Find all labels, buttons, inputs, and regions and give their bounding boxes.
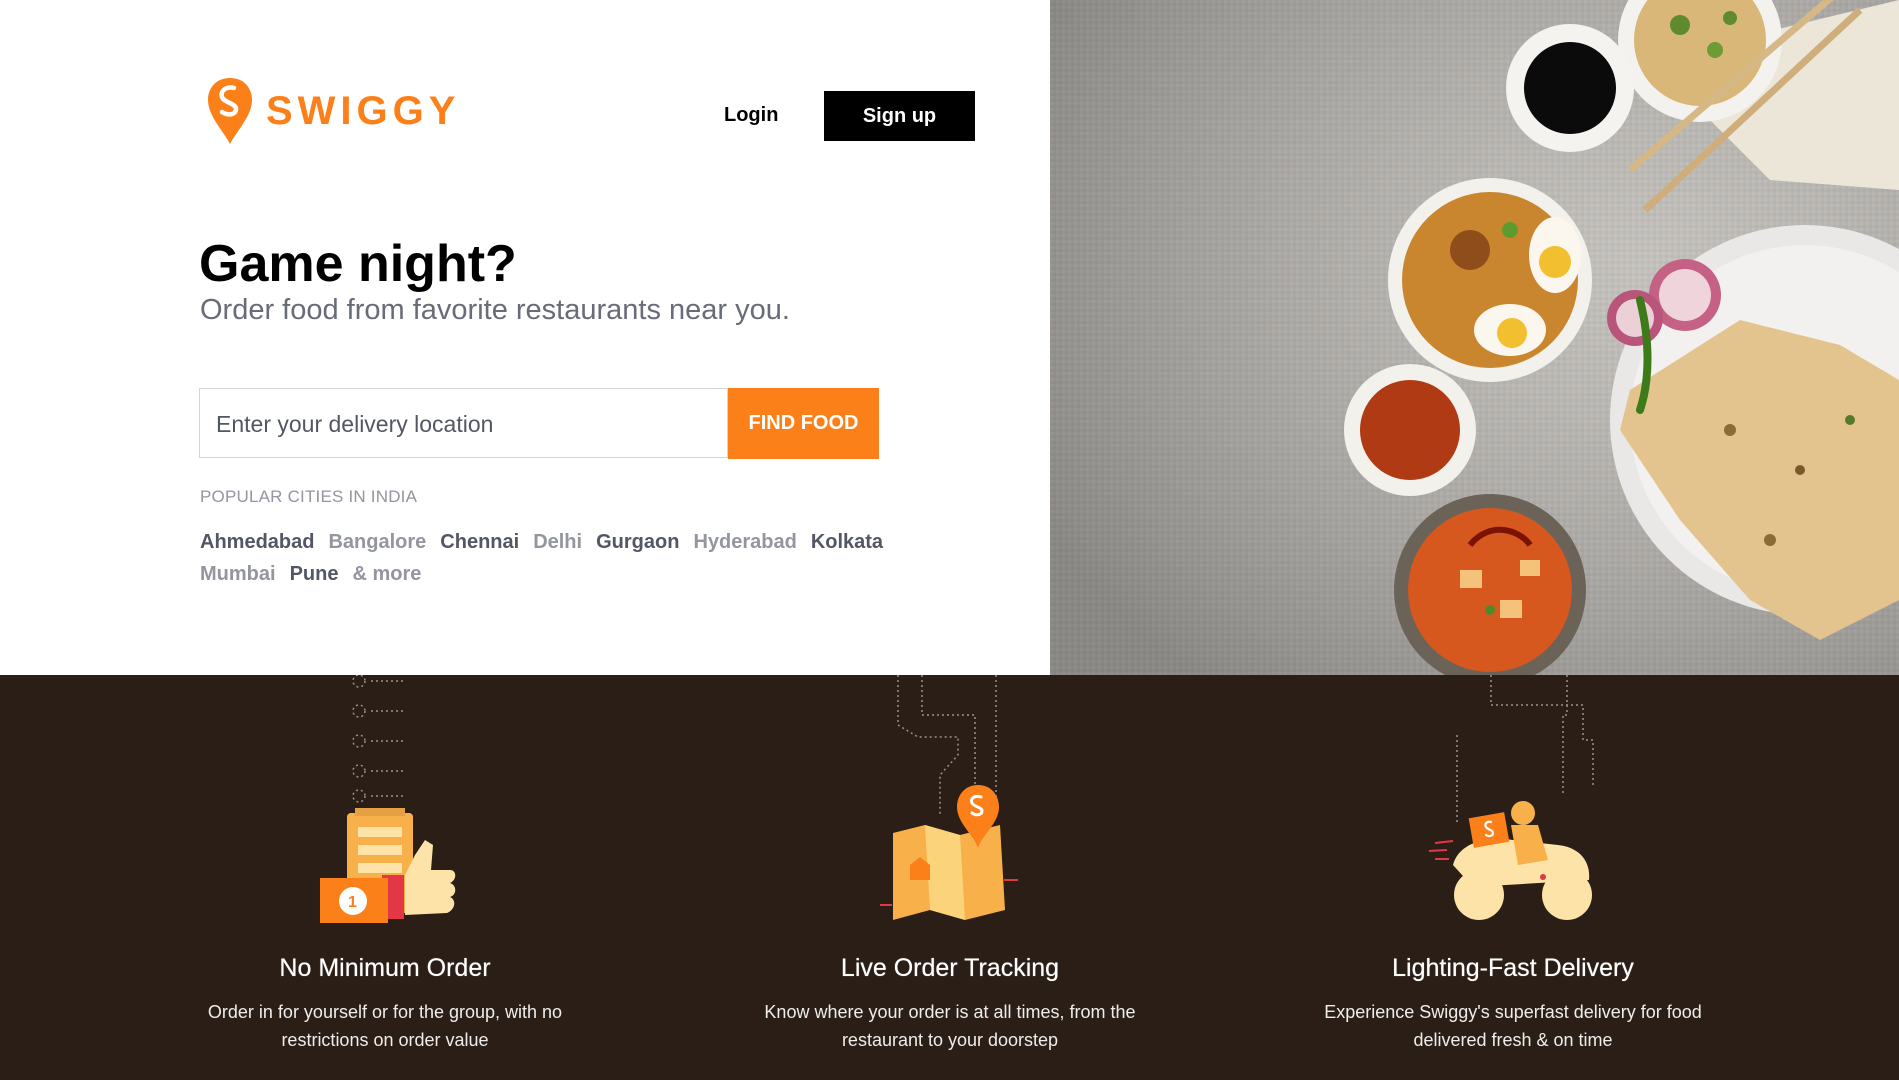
brand-name: SWIGGY xyxy=(266,88,461,133)
city-link-pune[interactable]: Pune xyxy=(290,559,339,589)
feature-description: Experience Swiggy's superfast delivery f… xyxy=(1324,1002,1702,1050)
delivery-scooter-icon xyxy=(1428,675,1594,920)
hero-headline: Game night? xyxy=(199,235,517,293)
city-link-delhi[interactable]: Delhi xyxy=(533,527,582,557)
feature-title: Live Order Tracking xyxy=(840,954,1060,982)
city-link-kolkata[interactable]: Kolkata xyxy=(811,527,883,557)
delivery-location-input[interactable] xyxy=(214,389,718,459)
hero-food-image xyxy=(1050,0,1899,675)
feature-title: No Minimum Order xyxy=(279,954,491,982)
login-link[interactable]: Login xyxy=(724,104,778,127)
find-food-button[interactable]: FIND FOOD xyxy=(728,388,879,459)
popular-cities-list: Ahmedabad Bangalore Chennai Delhi Gurgaon Hyd… xyxy=(200,527,920,591)
city-link-ahmedabad[interactable]: Ahmedabad xyxy=(200,527,314,557)
thumbs-up-order-icon: 1 xyxy=(320,675,456,923)
hero-subline: Order food from favorite restaurants nea… xyxy=(200,294,790,326)
city-link-more[interactable]: & more xyxy=(352,559,421,589)
city-link-gurgaon[interactable]: Gurgaon xyxy=(596,527,679,557)
feature-description: Know where your order is at all times, f… xyxy=(764,1002,1136,1050)
features-section: 1 No Minimum Order Order in for yourself… xyxy=(0,675,1899,1080)
map-location-pin-icon xyxy=(880,675,1018,920)
feature-title: Lighting-Fast Delivery xyxy=(1392,954,1634,982)
city-link-bangalore[interactable]: Bangalore xyxy=(328,527,426,557)
hero-section: SWIGGY Login Sign up Game night? Order f… xyxy=(0,0,1050,675)
city-link-mumbai[interactable]: Mumbai xyxy=(200,559,276,589)
city-link-hyderabad[interactable]: Hyderabad xyxy=(693,527,796,557)
city-link-chennai[interactable]: Chennai xyxy=(440,527,519,557)
svg-text:1: 1 xyxy=(348,894,357,911)
popular-cities-title: POPULAR CITIES IN INDIA xyxy=(200,487,418,506)
swiggy-logo-icon xyxy=(208,78,252,144)
brand-logo[interactable]: SWIGGY xyxy=(206,76,460,146)
location-search-box xyxy=(199,388,728,459)
signup-button[interactable]: Sign up xyxy=(824,91,975,141)
feature-description: Order in for yourself or for the group, … xyxy=(207,1002,563,1050)
